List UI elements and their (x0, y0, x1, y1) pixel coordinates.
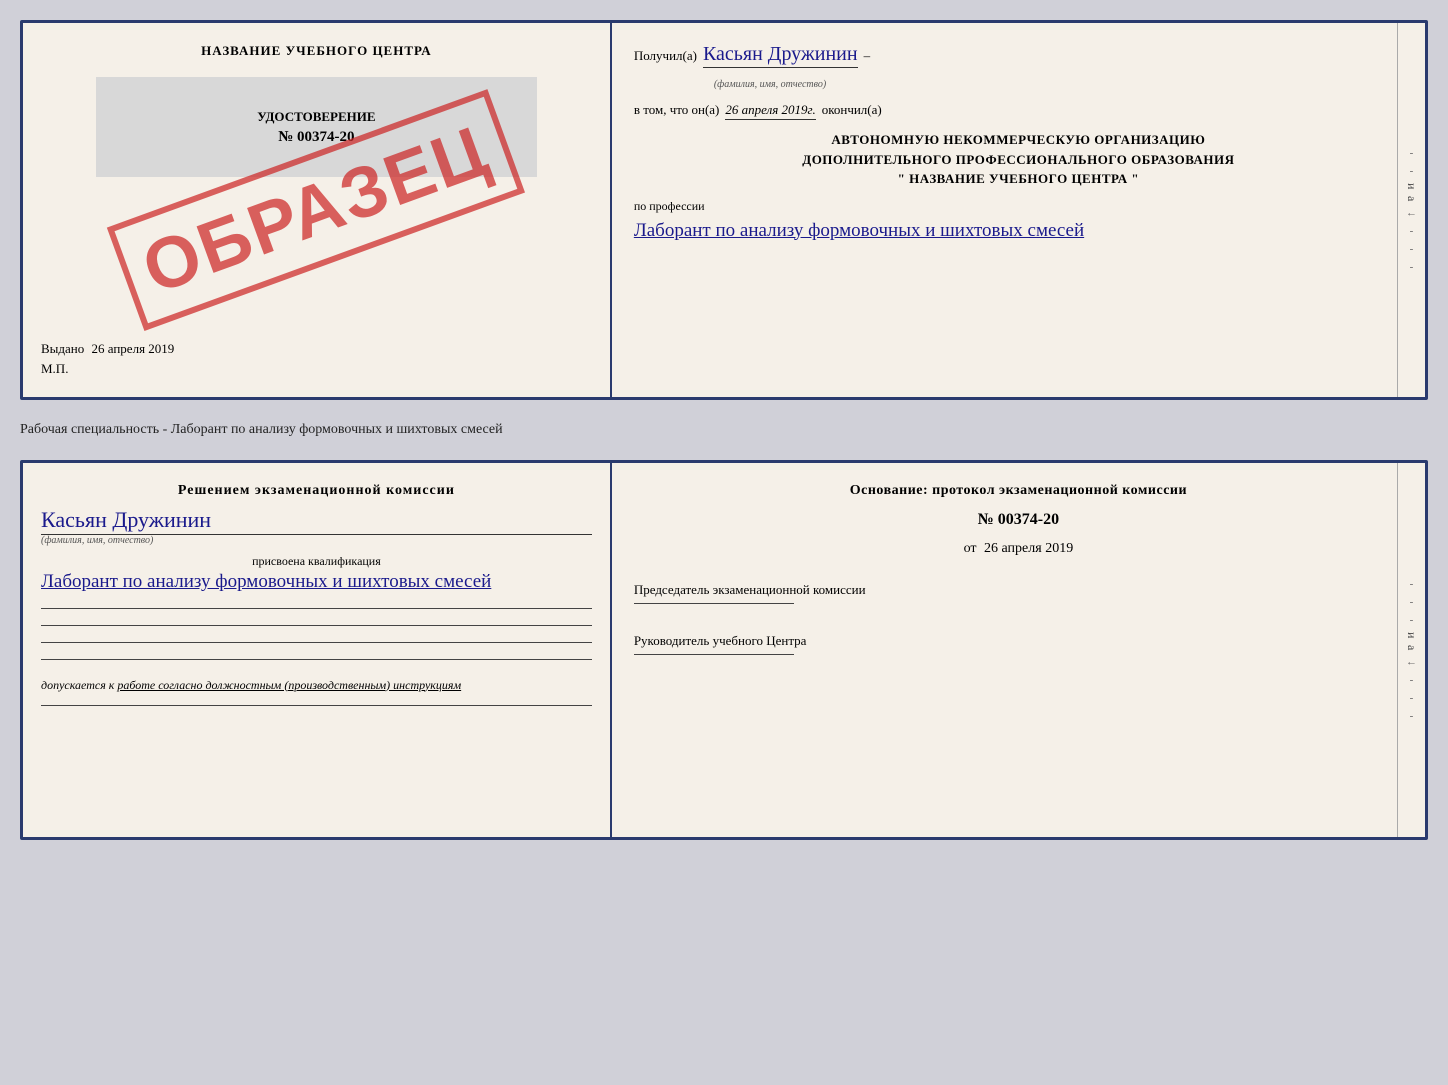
v-tom-row: в том, что он(а) 26 апреля 2019г. окончи… (634, 102, 1403, 120)
rukovoditel-line (634, 654, 794, 655)
profession-value: Лаборант по анализу формовочных и шихтов… (634, 218, 1403, 245)
right-sidebar-bottom: - - - и а ← - - - (1397, 463, 1425, 837)
fio-subtitle: (фамилия, имя, отчество) (714, 79, 826, 90)
dopuskaetsya-label: допускается к (41, 678, 114, 692)
bottom-name-block: Касьян Дружинин (фамилия, имя, отчество) (41, 507, 592, 546)
hr-1 (41, 608, 592, 609)
hr-3 (41, 642, 592, 643)
rukovoditel-block: Руководитель учебного Центра (634, 632, 1403, 655)
page-wrapper: НАЗВАНИЕ УЧЕБНОГО ЦЕНТРА ОБРАЗЕЦ УДОСТОВ… (20, 20, 1428, 840)
ot-label: от (964, 541, 977, 556)
center-line1: АВТОНОМНУЮ НЕКОММЕРЧЕСКУЮ ОРГАНИЗАЦИЮ (634, 130, 1403, 150)
bottom-doc-right: Основание: протокол экзаменационной коми… (612, 463, 1425, 837)
ot-date: 26 апреля 2019 (984, 541, 1073, 556)
kvali-block: присвоена квалификация Лаборант по анали… (41, 554, 592, 596)
vydano-line: Выдано 26 апреля 2019 (41, 341, 174, 357)
right-sidebar-top: - - и а ← - - - (1397, 23, 1425, 397)
rukovoditel-label: Руководитель учебного Центра (634, 632, 1403, 650)
bottom-doc-left: Решением экзаменационной комиссии Касьян… (23, 463, 612, 837)
osnovanie-title: Основание: протокол экзаменационной коми… (634, 483, 1403, 499)
top-doc-left: НАЗВАНИЕ УЧЕБНОГО ЦЕНТРА ОБРАЗЕЦ УДОСТОВ… (23, 23, 612, 397)
dopuskaetsya-block: допускается к работе согласно должностны… (41, 678, 592, 693)
predsedatel-label: Председатель экзаменационной комиссии (634, 581, 1403, 599)
hr-2 (41, 625, 592, 626)
predsedatel-block: Председатель экзаменационной комиссии (634, 581, 1403, 604)
bottom-name-value: Касьян Дружинин (41, 507, 592, 535)
top-doc-right: Получил(a) Касьян Дружинин – (фамилия, и… (612, 23, 1425, 397)
mp-label: М.П. (41, 361, 68, 377)
separator-text: Рабочая специальность - Лаборант по анал… (20, 418, 1428, 442)
udostoverenie-block: УДОСТОВЕРЕНИЕ № 00374-20 (96, 77, 537, 177)
protocol-number: № 00374-20 (634, 511, 1403, 529)
kvali-value: Лаборант по анализу формовочных и шихтов… (41, 569, 592, 596)
bottom-name-subtitle: (фамилия, имя, отчество) (41, 535, 592, 546)
po-professii-block: по профессии Лаборант по анализу формово… (634, 199, 1403, 245)
center-line3: " НАЗВАНИЕ УЧЕБНОГО ЦЕНТРА " (634, 169, 1403, 189)
poluchil-value: Касьян Дружинин (703, 43, 858, 68)
top-document: НАЗВАНИЕ УЧЕБНОГО ЦЕНТРА ОБРАЗЕЦ УДОСТОВ… (20, 20, 1428, 400)
dash-1: – (864, 48, 871, 64)
dopuskaetsya-value: работе согласно должностным (производств… (117, 678, 461, 692)
udost-title: УДОСТОВЕРЕНИЕ (257, 109, 375, 125)
komissia-title: Решением экзаменационной комиссии (41, 483, 592, 499)
poluchil-label: Получил(a) (634, 48, 697, 64)
prisvoena-label: присвоена квалификация (41, 554, 592, 569)
center-line2: ДОПОЛНИТЕЛЬНОГО ПРОФЕССИОНАЛЬНОГО ОБРАЗО… (634, 150, 1403, 170)
hr-5 (41, 705, 592, 706)
center-block: АВТОНОМНУЮ НЕКОММЕРЧЕСКУЮ ОРГАНИЗАЦИЮ ДО… (634, 130, 1403, 189)
poluchil-row: Получил(a) Касьян Дружинин – (фамилия, и… (634, 43, 1403, 92)
okonchil-label: окончил(а) (822, 102, 882, 118)
bottom-document: Решением экзаменационной комиссии Касьян… (20, 460, 1428, 840)
v-tom-label: в том, что он(а) (634, 102, 720, 118)
vydano-date: 26 апреля 2019 (92, 341, 175, 356)
udost-number: № 00374-20 (278, 129, 354, 146)
hr-4 (41, 659, 592, 660)
vydano-label: Выдано (41, 341, 84, 356)
ot-date-block: от 26 апреля 2019 (634, 541, 1403, 557)
predsedatel-line (634, 603, 794, 604)
date-value: 26 апреля 2019г. (725, 102, 815, 120)
training-center-title-top: НАЗВАНИЕ УЧЕБНОГО ЦЕНТРА (201, 43, 432, 59)
po-professii-label: по профессии (634, 199, 1403, 214)
